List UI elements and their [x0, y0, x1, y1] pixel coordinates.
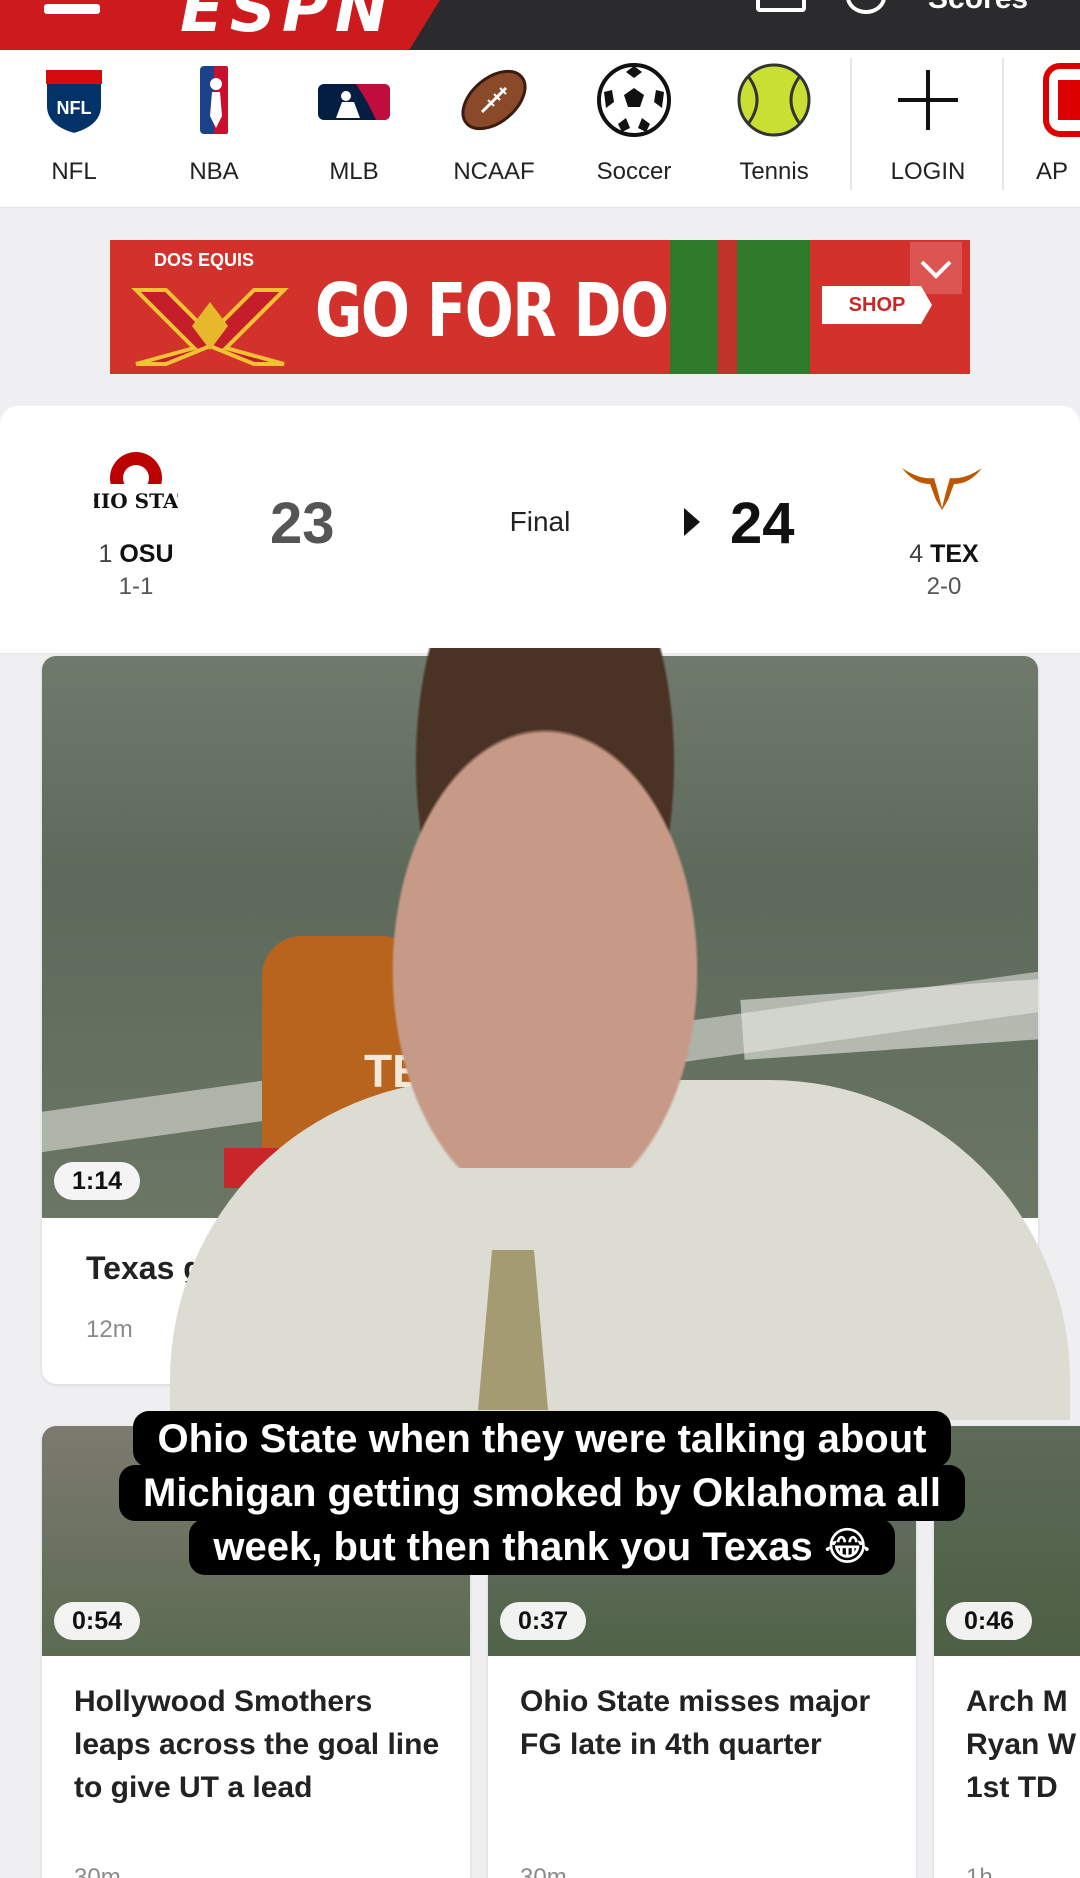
meme-caption: Ohio State when they were talking about …	[84, 1411, 1000, 1575]
sport-tab-label: NCAAF	[453, 158, 535, 185]
espn-app-icon	[1043, 63, 1080, 137]
sport-tab-mlb[interactable]: MLB	[284, 50, 424, 208]
home-rank: 4	[909, 540, 924, 568]
ad-collapse-chevron-icon[interactable]	[910, 242, 962, 294]
meme-caption-text: Ohio State when they were talking about …	[119, 1411, 965, 1575]
game-scoreboard[interactable]: OHIO STATE 1 OSU 1-1 23 Final 24 4 TEX 2…	[0, 406, 1080, 654]
espn-logo[interactable]: ESPN	[180, 0, 394, 42]
ad-tagline: GO FOR DOS™	[315, 268, 723, 354]
nav-divider	[1002, 58, 1004, 190]
sport-tab-tennis[interactable]: Tennis	[704, 50, 844, 208]
sport-tab-label: LOGIN	[890, 158, 966, 185]
svg-text:NFL: NFL	[57, 98, 92, 118]
home-score: 24	[730, 491, 795, 556]
away-score: 23	[270, 491, 335, 556]
video-age: 30m	[74, 1864, 121, 1878]
dos-equis-ad-banner[interactable]: DOS EQUIS GO FOR DOS™ SHOP NOW	[110, 240, 970, 374]
sport-tab-soccer[interactable]: Soccer	[564, 50, 704, 208]
ad-brand: DOS EQUIS	[154, 250, 255, 270]
reaction-person-head	[340, 648, 750, 1168]
video-duration-badge: 0:54	[54, 1602, 141, 1640]
sport-tab-label: NBA	[189, 158, 239, 185]
sport-tab-label: Soccer	[596, 158, 672, 185]
featured-video-age: 12m	[86, 1316, 133, 1343]
sport-tab-label: NFL	[51, 158, 97, 185]
scores-link[interactable]: Scores	[928, 0, 1028, 16]
game-status: Final	[509, 506, 571, 537]
video-title[interactable]: Ohio State misses major FG late in 4th q…	[520, 1680, 900, 1766]
ad-bottles-image	[670, 240, 810, 374]
football-icon	[461, 69, 527, 131]
plus-icon	[898, 70, 958, 130]
winner-arrow-icon	[684, 508, 700, 536]
away-rank: 1	[98, 540, 113, 568]
tennis-ball-icon	[737, 63, 811, 137]
away-team-info: 1 OSU 1-1	[76, 540, 196, 601]
field-marking	[740, 972, 1038, 1060]
video-title[interactable]: Arch M Ryan W 1st TD	[966, 1680, 1076, 1810]
mlb-logo-icon	[318, 84, 390, 120]
home-record: 2-0	[926, 573, 962, 600]
sport-tab-label: MLB	[329, 158, 379, 185]
away-abbr: OSU	[119, 540, 174, 568]
app-tab[interactable]: AP	[1010, 50, 1080, 208]
nav-divider	[850, 58, 852, 190]
soccer-ball-icon	[597, 63, 671, 137]
video-age: 1h	[966, 1864, 993, 1878]
svg-text:OHIO STATE: OHIO STATE	[94, 489, 178, 513]
nba-logo-icon	[200, 66, 228, 134]
nfl-shield-icon: NFL	[45, 69, 103, 136]
menu-icon[interactable]	[44, 4, 100, 14]
video-title[interactable]: Hollywood Smothers leaps across the goal…	[74, 1680, 454, 1809]
profile-icon[interactable]	[846, 0, 886, 14]
texas-longhorn-logo	[902, 468, 982, 510]
login-tab[interactable]: LOGIN	[858, 50, 998, 208]
sport-tab-label: Tennis	[739, 158, 809, 185]
video-duration-badge: 0:46	[946, 1602, 1033, 1640]
sport-tab-nba[interactable]: NBA	[144, 50, 284, 208]
home-team-info: 4 TEX 2-0	[884, 540, 1004, 601]
top-bar: ESPN Scores	[0, 0, 1080, 50]
video-duration-badge: 0:37	[500, 1602, 587, 1640]
sport-tab-label: AP	[1036, 158, 1069, 185]
dos-equis-xx-logo	[131, 288, 289, 366]
sport-tab-nfl[interactable]: NFL NFL	[4, 50, 144, 208]
tv-icon[interactable]	[756, 0, 806, 12]
video-age: 30m	[520, 1864, 567, 1878]
video-duration-badge: 1:14	[54, 1162, 141, 1200]
ohio-state-logo: OHIO STATE	[94, 452, 178, 514]
sport-tab-ncaaf[interactable]: NCAAF	[424, 50, 564, 208]
away-record: 1-1	[118, 573, 154, 600]
home-abbr: TEX	[930, 540, 979, 568]
sports-nav: NFL NFL NBA MLB NCAAF Soccer Tennis LOGI…	[0, 50, 1080, 208]
